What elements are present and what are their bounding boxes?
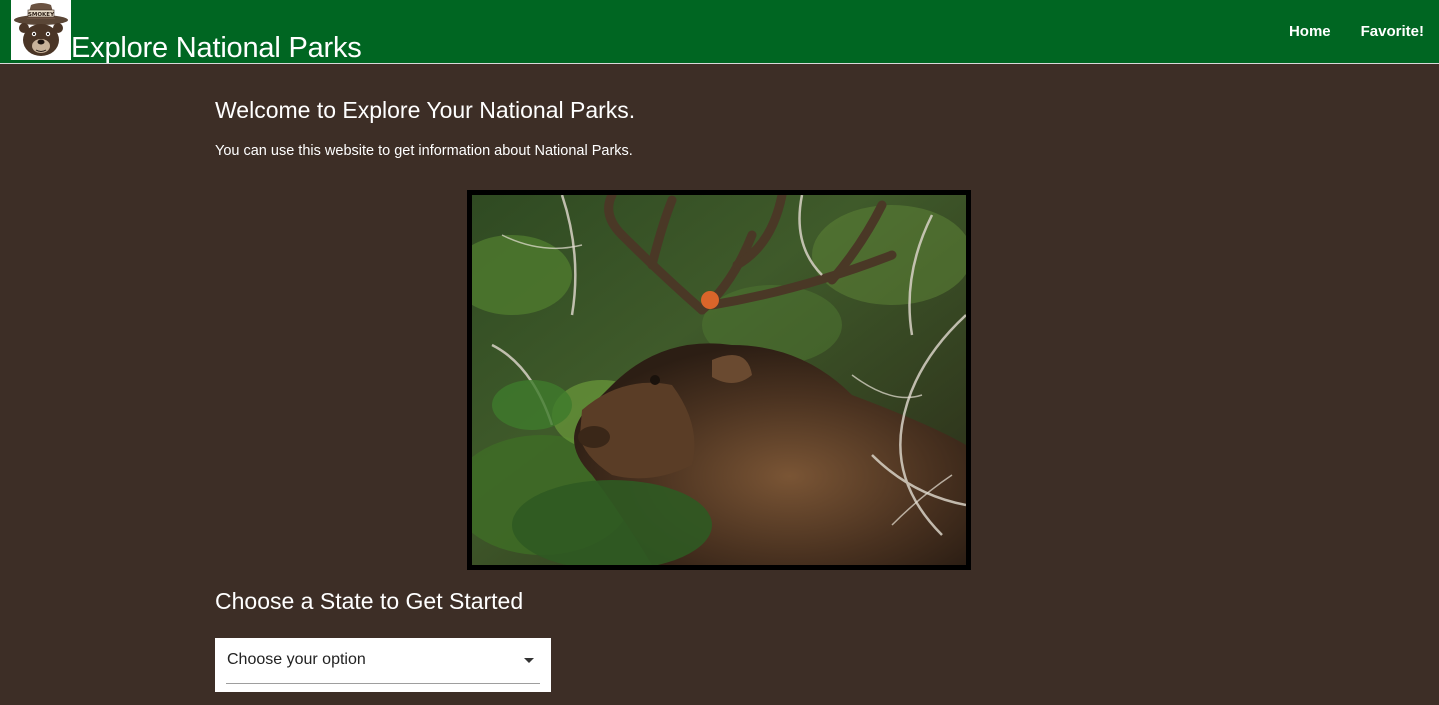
site-brand-title[interactable]: Explore National Parks	[71, 31, 362, 65]
select-underline	[226, 683, 540, 684]
nav-links: Home Favorite!	[1274, 0, 1439, 64]
welcome-text: You can use this website to get informat…	[215, 143, 633, 159]
caret-down-icon[interactable]	[524, 658, 534, 663]
top-navbar: SMOKEY Explore National Parks Home Favor…	[0, 0, 1439, 64]
elk-photo-icon	[472, 195, 966, 565]
state-select-dropdown[interactable]: Choose your option	[215, 638, 551, 692]
logo-text: SMOKEY	[28, 12, 55, 18]
choose-state-title: Choose a State to Get Started	[215, 588, 524, 614]
smokey-bear-logo-icon[interactable]: SMOKEY	[11, 0, 71, 60]
nav-link-home[interactable]: Home	[1274, 0, 1346, 64]
welcome-title: Welcome to Explore Your National Parks.	[215, 97, 636, 123]
state-select-value[interactable]: Choose your option	[227, 650, 366, 670]
nav-link-favorite[interactable]: Favorite!	[1346, 0, 1439, 64]
hero-image	[467, 190, 971, 570]
